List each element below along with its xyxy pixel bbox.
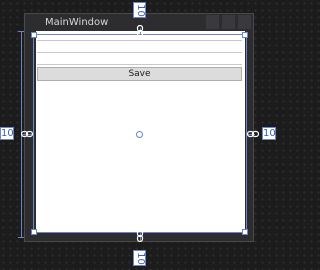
right-margin-label[interactable]: 10 bbox=[262, 127, 276, 140]
bottom-margin-label[interactable]: 10 bbox=[133, 250, 146, 266]
top-margin-label[interactable]: 10 bbox=[133, 2, 146, 18]
resize-handle-bottom-right[interactable] bbox=[242, 229, 248, 235]
maximize-icon bbox=[222, 15, 235, 29]
left-guide-tick-bottom bbox=[18, 237, 24, 238]
left-guide-tick-top bbox=[18, 31, 24, 32]
chain-link-icon[interactable] bbox=[21, 129, 33, 139]
row-divider bbox=[37, 52, 242, 53]
row-divider bbox=[37, 64, 242, 65]
minimize-icon bbox=[206, 15, 219, 29]
resize-handle-top-right[interactable] bbox=[242, 32, 248, 38]
resize-handle-top-left[interactable] bbox=[31, 32, 37, 38]
close-icon bbox=[238, 15, 251, 29]
resize-handle-bottom-left[interactable] bbox=[31, 229, 37, 235]
save-button[interactable]: Save bbox=[37, 67, 242, 81]
row-divider bbox=[37, 40, 242, 41]
window-title: MainWindow bbox=[45, 17, 109, 28]
center-origin-handle[interactable] bbox=[136, 131, 143, 138]
chain-link-icon[interactable] bbox=[247, 129, 259, 139]
left-margin-label[interactable]: 10 bbox=[0, 127, 14, 140]
chain-link-icon[interactable] bbox=[135, 25, 145, 37]
chain-link-icon[interactable] bbox=[135, 230, 145, 242]
